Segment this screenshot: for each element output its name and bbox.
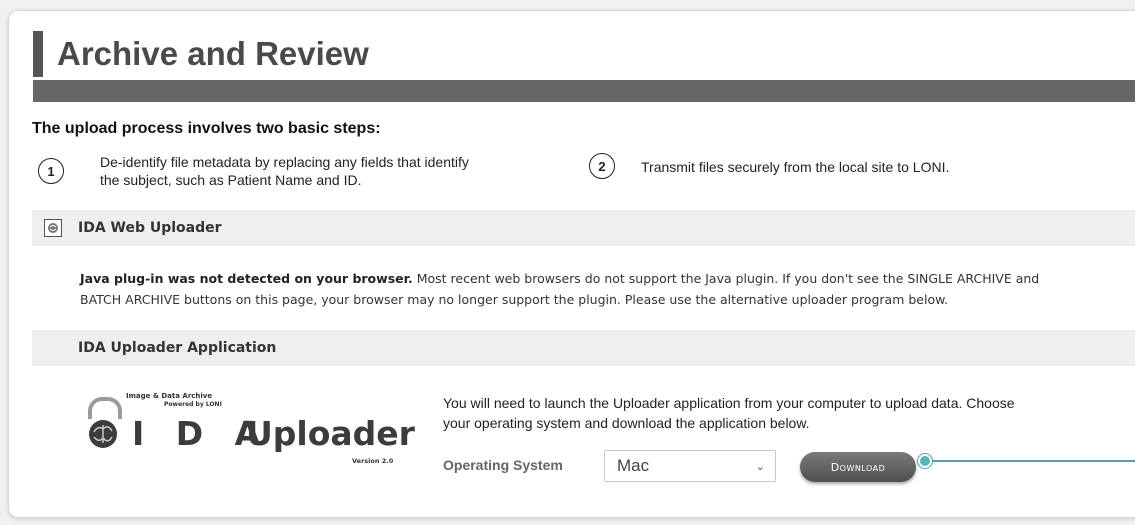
os-selected-value: Mac (617, 456, 650, 475)
java-notice-bold: Java plug-in was not detected on your br… (80, 271, 413, 286)
app-section-header: IDA Uploader Application (32, 330, 1135, 366)
page-title: Archive and Review (33, 31, 369, 77)
brain-logo-icon (89, 420, 117, 448)
brain-icon (44, 219, 62, 237)
callout-line (926, 460, 1135, 462)
logo-tagline: Image & Data Archive (126, 392, 213, 400)
title-accent-bar (33, 31, 43, 77)
logo-powered-by: Powered by LONI (164, 401, 222, 408)
web-uploader-title: IDA Web Uploader (78, 220, 222, 236)
logo-uploader-text: Uploader (246, 414, 415, 453)
lock-shackle-icon (88, 397, 122, 419)
web-uploader-header: IDA Web Uploader (32, 210, 1135, 246)
download-button[interactable]: Download (800, 452, 916, 482)
app-section-title: IDA Uploader Application (78, 340, 277, 356)
intro-text: The upload process involves two basic st… (32, 120, 381, 137)
logo-version: Version 2.0 (352, 457, 394, 465)
step-text-1: De-identify file metadata by replacing a… (100, 154, 469, 188)
chevron-down-icon: ⌄ (755, 460, 765, 473)
ida-uploader-logo: Image & Data Archive Powered by LONI I D… (82, 392, 415, 472)
header-band (33, 80, 1135, 102)
java-notice: Java plug-in was not detected on your br… (80, 268, 1080, 310)
app-description: You will need to launch the Uploader app… (443, 395, 1015, 431)
step-number-2: 2 (589, 153, 615, 179)
step-1: 1 De-identify file metadata by replacing… (38, 153, 508, 189)
page-title-text: Archive and Review (57, 35, 369, 72)
os-label: Operating System (443, 457, 563, 473)
step-text-2: Transmit files securely from the local s… (641, 158, 950, 175)
step-2: 2 Transmit files securely from the local… (589, 153, 1089, 179)
os-select[interactable]: Mac ⌄ (604, 450, 776, 482)
step-number-1: 1 (38, 158, 64, 184)
callout-dot (918, 454, 932, 468)
